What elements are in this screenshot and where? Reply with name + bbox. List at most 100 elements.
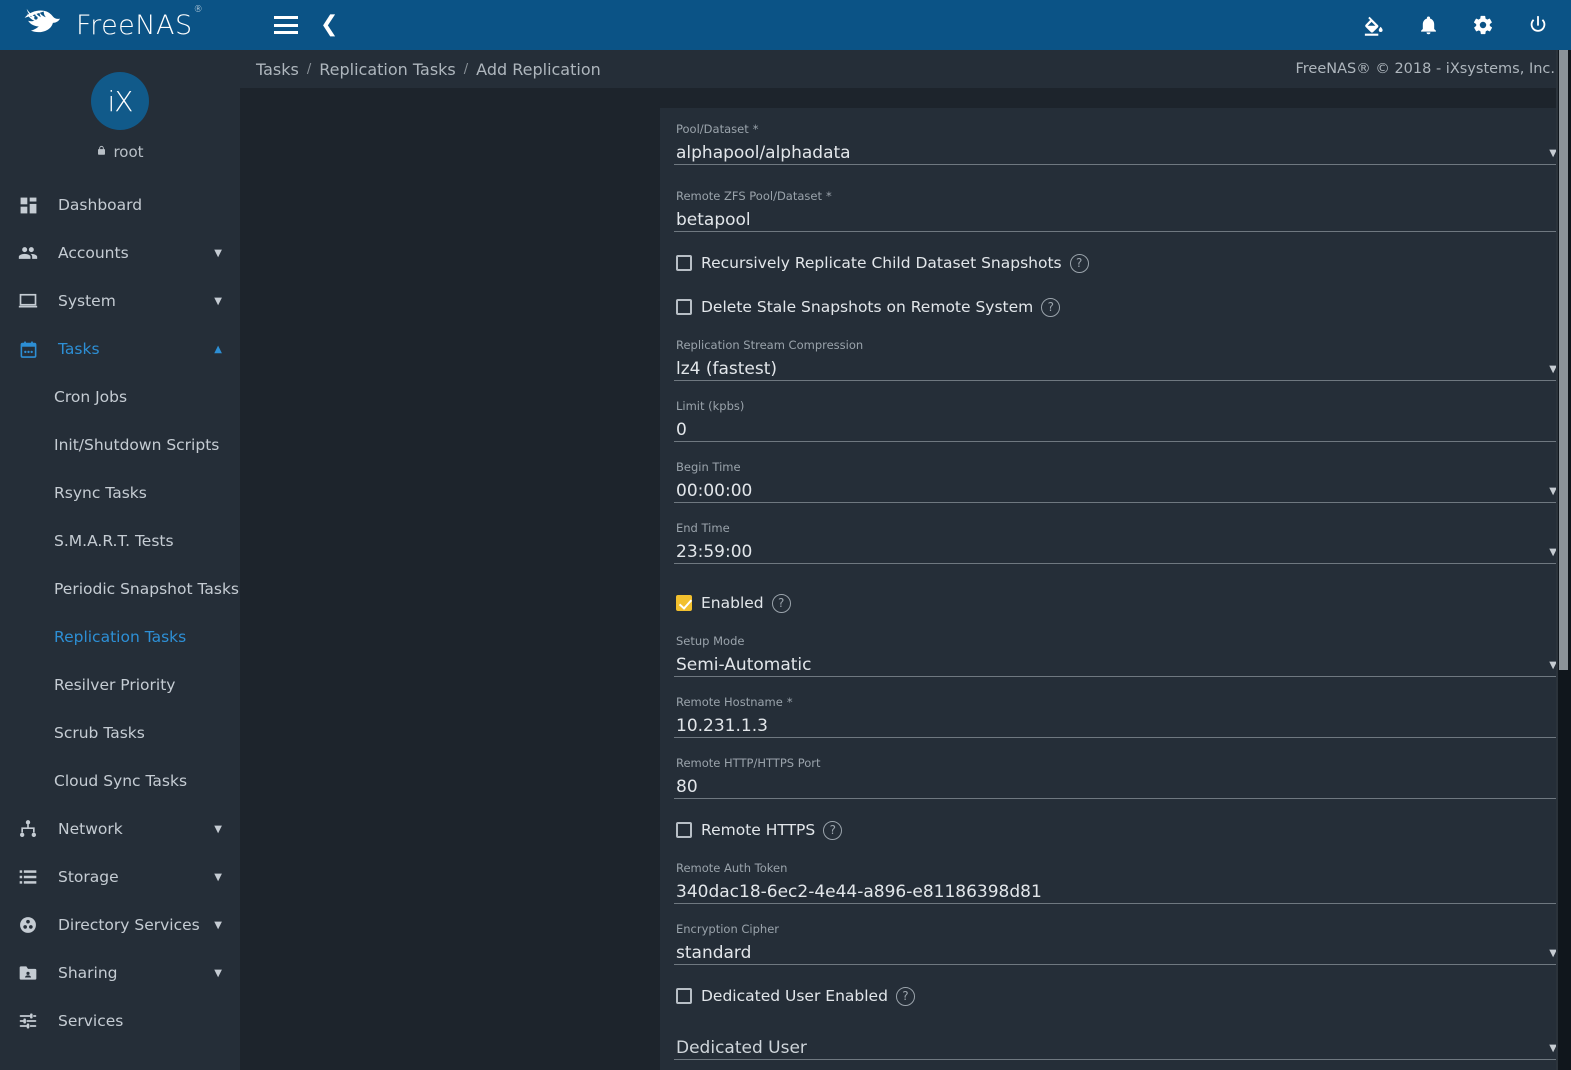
delete-stale-snapshots-checkbox-row[interactable]: Delete Stale Snapshots on Remote System … (674, 292, 1571, 322)
gear-icon[interactable] (1472, 14, 1494, 36)
sidebar-profile: iX root (0, 50, 240, 175)
remote-zfs-pool-input[interactable]: betapool (674, 205, 1557, 232)
begin-time-value: 00:00:00 (676, 481, 753, 501)
help-circle-icon[interactable]: ? (823, 820, 843, 840)
sidebar-item-dashboard[interactable]: Dashboard (0, 181, 240, 229)
breadcrumb-item-tasks[interactable]: Tasks (248, 60, 307, 79)
field-label: Remote HTTP/HTTPS Port (676, 756, 821, 770)
dedicated-user-select[interactable]: Dedicated User ▼ (674, 1033, 1557, 1060)
remote-https-checkbox-row[interactable]: Remote HTTPS ? (674, 815, 1571, 845)
recursively-replicate-checkbox-row[interactable]: Recursively Replicate Child Dataset Snap… (674, 248, 1571, 278)
sidebar-item-tasks[interactable]: Tasks ▲ (0, 325, 240, 373)
enabled-checkbox[interactable] (676, 595, 692, 611)
sidebar-item-sharing[interactable]: Sharing ▼ (0, 949, 240, 997)
field-label: Remote Hostname * (676, 695, 793, 709)
limit-input[interactable]: 0 (674, 415, 1557, 442)
field-dedicated-user: Dedicated User ▼ ? (674, 1033, 1571, 1060)
top-bar: FreeNAS® ❮ (0, 0, 1571, 50)
sidebar-item-label: Sharing (58, 964, 118, 982)
dedicated-user-enabled-checkbox-row[interactable]: Dedicated User Enabled ? (674, 981, 1571, 1011)
brand-name: FreeNAS® (76, 4, 204, 41)
sidebar-item-network[interactable]: Network ▼ (0, 805, 240, 853)
sidebar-subitem-label: S.M.A.R.T. Tests (54, 532, 174, 550)
end-time-select[interactable]: 23:59:00 ▼ (674, 537, 1557, 564)
sidebar-item-label: Storage (58, 868, 119, 886)
field-label: Setup Mode (676, 634, 745, 648)
sidebar-item-resilver-priority[interactable]: Resilver Priority (0, 661, 240, 709)
profile-username: root (113, 143, 144, 161)
sidebar-item-label: System (58, 292, 116, 310)
sidebar-item-cloud-sync-tasks[interactable]: Cloud Sync Tasks (0, 757, 240, 805)
sidebar-item-label: Accounts (58, 244, 129, 262)
sidebar-item-init-shutdown-scripts[interactable]: Init/Shutdown Scripts (0, 421, 240, 469)
sidebar-item-services[interactable]: Services (0, 997, 240, 1045)
top-bar-right: ❮ (240, 0, 1571, 50)
directory-services-icon (14, 915, 42, 935)
remote-port-input[interactable]: 80 (674, 772, 1557, 799)
sidebar: iX root Dashboard Accounts ▼ System ▼ Ta… (0, 50, 240, 1070)
chevron-up-icon: ▲ (214, 343, 222, 355)
sidebar-subitem-label: Init/Shutdown Scripts (54, 436, 220, 454)
enabled-checkbox-row[interactable]: Enabled ? (674, 588, 1571, 618)
chevron-left-icon[interactable]: ❮ (320, 14, 338, 36)
help-circle-icon[interactable]: ? (771, 593, 791, 613)
scrollbar-thumb[interactable] (1559, 50, 1568, 670)
system-icon (14, 291, 42, 311)
sidebar-item-smart-tests[interactable]: S.M.A.R.T. Tests (0, 517, 240, 565)
dashboard-icon (14, 196, 42, 215)
field-label: Remote Auth Token (676, 861, 788, 875)
help-circle-icon[interactable]: ? (1069, 253, 1089, 273)
setup-mode-select[interactable]: Semi-Automatic ▼ (674, 650, 1557, 677)
sidebar-item-label: Dashboard (58, 196, 143, 214)
scrollbar-track (1556, 50, 1558, 1070)
field-encryption-cipher: Encryption Cipher standard ▼ ? (674, 920, 1571, 965)
field-label: Encryption Cipher (676, 922, 780, 936)
sidebar-item-directory-services[interactable]: Directory Services ▼ (0, 901, 240, 949)
sidebar-item-replication-tasks[interactable]: Replication Tasks (0, 613, 240, 661)
calendar-icon (14, 340, 42, 359)
sidebar-nav: Dashboard Accounts ▼ System ▼ Tasks ▲ Cr… (0, 181, 240, 1045)
dedicated-user-enabled-checkbox[interactable] (676, 988, 692, 1004)
brand-area: FreeNAS® (0, 0, 240, 50)
field-label: End Time (676, 521, 730, 535)
remote-https-checkbox[interactable] (676, 822, 692, 838)
field-label: Begin Time (676, 460, 741, 474)
remote-hostname-input[interactable]: 10.231.1.3 (674, 711, 1557, 738)
field-end-time: End Time 23:59:00 ▼ ? (674, 519, 1571, 564)
sidebar-item-system[interactable]: System ▼ (0, 277, 240, 325)
help-circle-icon[interactable]: ? (895, 986, 915, 1006)
begin-time-select[interactable]: 00:00:00 ▼ (674, 476, 1557, 503)
services-sliders-icon (14, 1011, 42, 1031)
checkbox-label: Enabled (701, 594, 764, 612)
compression-select[interactable]: lz4 (fastest) ▼ (674, 354, 1557, 381)
content-area: Tasks / Replication Tasks / Add Replicat… (240, 50, 1571, 1070)
sidebar-item-rsync-tasks[interactable]: Rsync Tasks (0, 469, 240, 517)
checkbox-label: Remote HTTPS (701, 821, 816, 839)
theme-icon[interactable] (1362, 14, 1385, 37)
copyright-text: FreeNAS® © 2018 - iXsystems, Inc. (1295, 61, 1555, 77)
sidebar-item-scrub-tasks[interactable]: Scrub Tasks (0, 709, 240, 757)
freenas-fish-logo (20, 8, 66, 42)
breadcrumb-bar: Tasks / Replication Tasks / Add Replicat… (240, 50, 1571, 88)
encryption-cipher-select[interactable]: standard ▼ (674, 938, 1557, 965)
power-icon[interactable] (1527, 14, 1549, 36)
sidebar-item-periodic-snapshot-tasks[interactable]: Periodic Snapshot Tasks (0, 565, 240, 613)
sidebar-item-accounts[interactable]: Accounts ▼ (0, 229, 240, 277)
bell-icon[interactable] (1418, 14, 1439, 37)
avatar-label: iX (107, 84, 134, 118)
remote-auth-token-input[interactable]: 340dac18-6ec2-4e44-a896-e81186398d81 (674, 877, 1557, 904)
vertical-scrollbar[interactable] (1556, 50, 1571, 1070)
help-circle-icon[interactable]: ? (1041, 297, 1061, 317)
field-remote-auth-token: Remote Auth Token 340dac18-6ec2-4e44-a89… (674, 859, 1571, 904)
pool-dataset-select[interactable]: alphapool/alphadata ▼ (674, 138, 1557, 165)
sidebar-item-cron-jobs[interactable]: Cron Jobs (0, 373, 240, 421)
recursively-replicate-checkbox[interactable] (676, 255, 692, 271)
breadcrumb-item-replication-tasks[interactable]: Replication Tasks (311, 60, 464, 79)
avatar[interactable]: iX (91, 72, 149, 130)
hamburger-menu-icon[interactable] (274, 16, 298, 34)
remote-auth-token-value: 340dac18-6ec2-4e44-a896-e81186398d81 (676, 882, 1042, 902)
sidebar-item-label: Tasks (58, 340, 100, 358)
sidebar-item-storage[interactable]: Storage ▼ (0, 853, 240, 901)
field-label: Replication Stream Compression (676, 338, 864, 352)
delete-stale-snapshots-checkbox[interactable] (676, 299, 692, 315)
